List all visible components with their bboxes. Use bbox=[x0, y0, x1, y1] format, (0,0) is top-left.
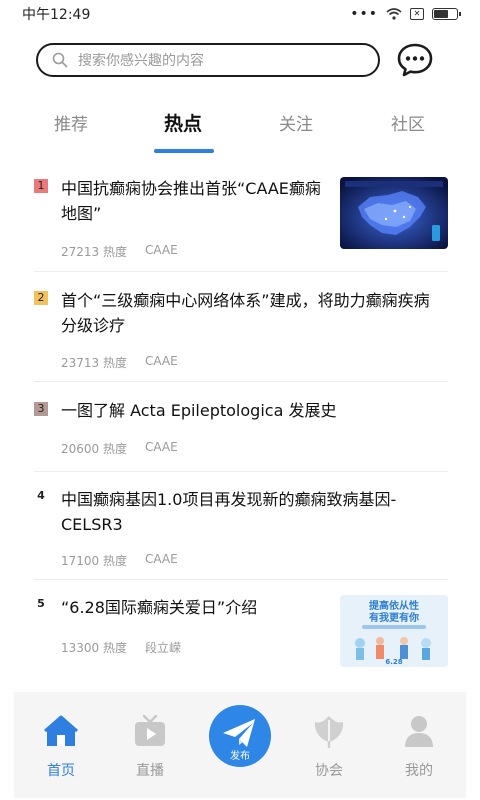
svg-text:提高依从性: 提高依从性 bbox=[369, 599, 419, 612]
rank-badge: 2 bbox=[34, 291, 48, 305]
list-item[interactable]: 3 一图了解 Acta Epileptologica 发展史 20600 热度 … bbox=[34, 382, 448, 472]
poster-thumbnail[interactable]: 提高依从性 有我更有你 6.28 bbox=[340, 595, 448, 667]
wifi-icon bbox=[386, 8, 402, 20]
ginkgo-icon bbox=[314, 716, 344, 749]
status-time: 中午12:49 bbox=[22, 7, 91, 23]
item-title: 中国抗癫痫协会推出首张“CAAE癫痫 地图” bbox=[61, 179, 321, 223]
sim-icon: ✕ bbox=[410, 8, 424, 20]
tab-home-label: 首页 bbox=[47, 763, 75, 779]
hot-list: 1 中国抗癫痫协会推出首张“CAAE癫痫 地图” 27213 热度 CAAE 2… bbox=[34, 166, 448, 676]
item-meta: 20600 热度 CAAE bbox=[61, 440, 178, 457]
item-title: 一图了解 Acta Epileptologica 发展史 bbox=[61, 401, 337, 420]
battery-icon bbox=[432, 8, 461, 20]
item-source: CAAE bbox=[145, 354, 178, 368]
item-source: CAAE bbox=[145, 243, 178, 257]
status-bar: 中午12:49 ••• ✕ bbox=[0, 0, 480, 28]
heat-count: 23713 热度 bbox=[61, 356, 127, 370]
tab-live-label: 直播 bbox=[136, 763, 164, 779]
svg-text:6.28: 6.28 bbox=[385, 658, 402, 666]
item-meta: 17100 热度 CAAE bbox=[61, 552, 178, 569]
heat-count: 13300 热度 bbox=[61, 641, 127, 655]
item-title: 中国癫痫基因1.0项目再发现新的癫痫致病基因- CELSR3 bbox=[61, 490, 397, 534]
svg-text:有我更有你: 有我更有你 bbox=[369, 611, 419, 624]
tab-community[interactable]: 社区 bbox=[391, 110, 425, 135]
item-title: “6.28国际癫痫关爱日”介绍 bbox=[61, 598, 258, 617]
list-item[interactable]: 4 中国癫痫基因1.0项目再发现新的癫痫致病基因- CELSR3 17100 热… bbox=[34, 472, 448, 580]
map-thumbnail[interactable] bbox=[340, 177, 448, 249]
list-item[interactable]: 1 中国抗癫痫协会推出首张“CAAE癫痫 地图” 27213 热度 CAAE bbox=[34, 166, 448, 272]
publish-button[interactable]: 发布 bbox=[209, 705, 271, 767]
item-source: 段立嵘 bbox=[145, 641, 182, 655]
tab-recommend[interactable]: 推荐 bbox=[54, 110, 88, 135]
search-input[interactable]: 搜索你感兴趣的内容 bbox=[36, 43, 380, 77]
tab-association-label: 协会 bbox=[315, 763, 343, 779]
list-item[interactable]: 5 “6.28国际癫痫关爱日”介绍 13300 热度 段立嵘 提高依从性 有我更… bbox=[34, 580, 448, 676]
search-placeholder: 搜索你感兴趣的内容 bbox=[78, 53, 204, 69]
heat-count: 27213 热度 bbox=[61, 245, 127, 259]
message-icon[interactable] bbox=[396, 41, 434, 79]
item-source: CAAE bbox=[145, 440, 178, 454]
tab-mine[interactable]: 我的 bbox=[389, 714, 449, 780]
heat-count: 17100 热度 bbox=[61, 554, 127, 568]
category-tabs: 推荐 热点 关注 社区 bbox=[0, 100, 480, 156]
tab-home[interactable]: 首页 bbox=[31, 714, 91, 780]
item-meta: 13300 热度 段立嵘 bbox=[61, 639, 181, 656]
poster-image: 提高依从性 有我更有你 6.28 bbox=[340, 595, 448, 667]
rank-badge: 4 bbox=[37, 489, 45, 502]
bottom-tab-bar: 首页 直播 发布 协会 我的 bbox=[14, 692, 466, 798]
tab-mine-label: 我的 bbox=[405, 763, 433, 779]
active-tab-indicator bbox=[154, 149, 214, 153]
item-meta: 27213 热度 CAAE bbox=[61, 243, 178, 260]
tab-association[interactable]: 协会 bbox=[299, 714, 359, 780]
tab-follow[interactable]: 关注 bbox=[279, 110, 313, 135]
item-meta: 23713 热度 CAAE bbox=[61, 354, 178, 371]
user-icon bbox=[405, 716, 433, 747]
tab-live[interactable]: 直播 bbox=[120, 714, 180, 780]
search-row: 搜索你感兴趣的内容 bbox=[0, 38, 480, 82]
tv-icon bbox=[135, 714, 165, 746]
item-source: CAAE bbox=[145, 552, 178, 566]
search-icon bbox=[52, 52, 68, 68]
list-item[interactable]: 2 首个“三级癫痫中心网络体系”建成，将助力癫痫疾病 分级诊疗 23713 热度… bbox=[34, 272, 448, 382]
item-title: 首个“三级癫痫中心网络体系”建成，将助力癫痫疾病 分级诊疗 bbox=[61, 291, 430, 335]
rank-badge: 5 bbox=[37, 597, 45, 610]
tab-hot[interactable]: 热点 bbox=[164, 109, 202, 136]
map-image bbox=[340, 177, 448, 249]
status-icons: ••• ✕ bbox=[350, 6, 461, 22]
rank-badge: 1 bbox=[34, 179, 48, 193]
publish-label: 发布 bbox=[230, 751, 250, 762]
heat-count: 20600 热度 bbox=[61, 442, 127, 456]
home-icon bbox=[44, 715, 78, 746]
more-dots-icon: ••• bbox=[350, 6, 378, 22]
rank-badge: 3 bbox=[34, 402, 48, 416]
